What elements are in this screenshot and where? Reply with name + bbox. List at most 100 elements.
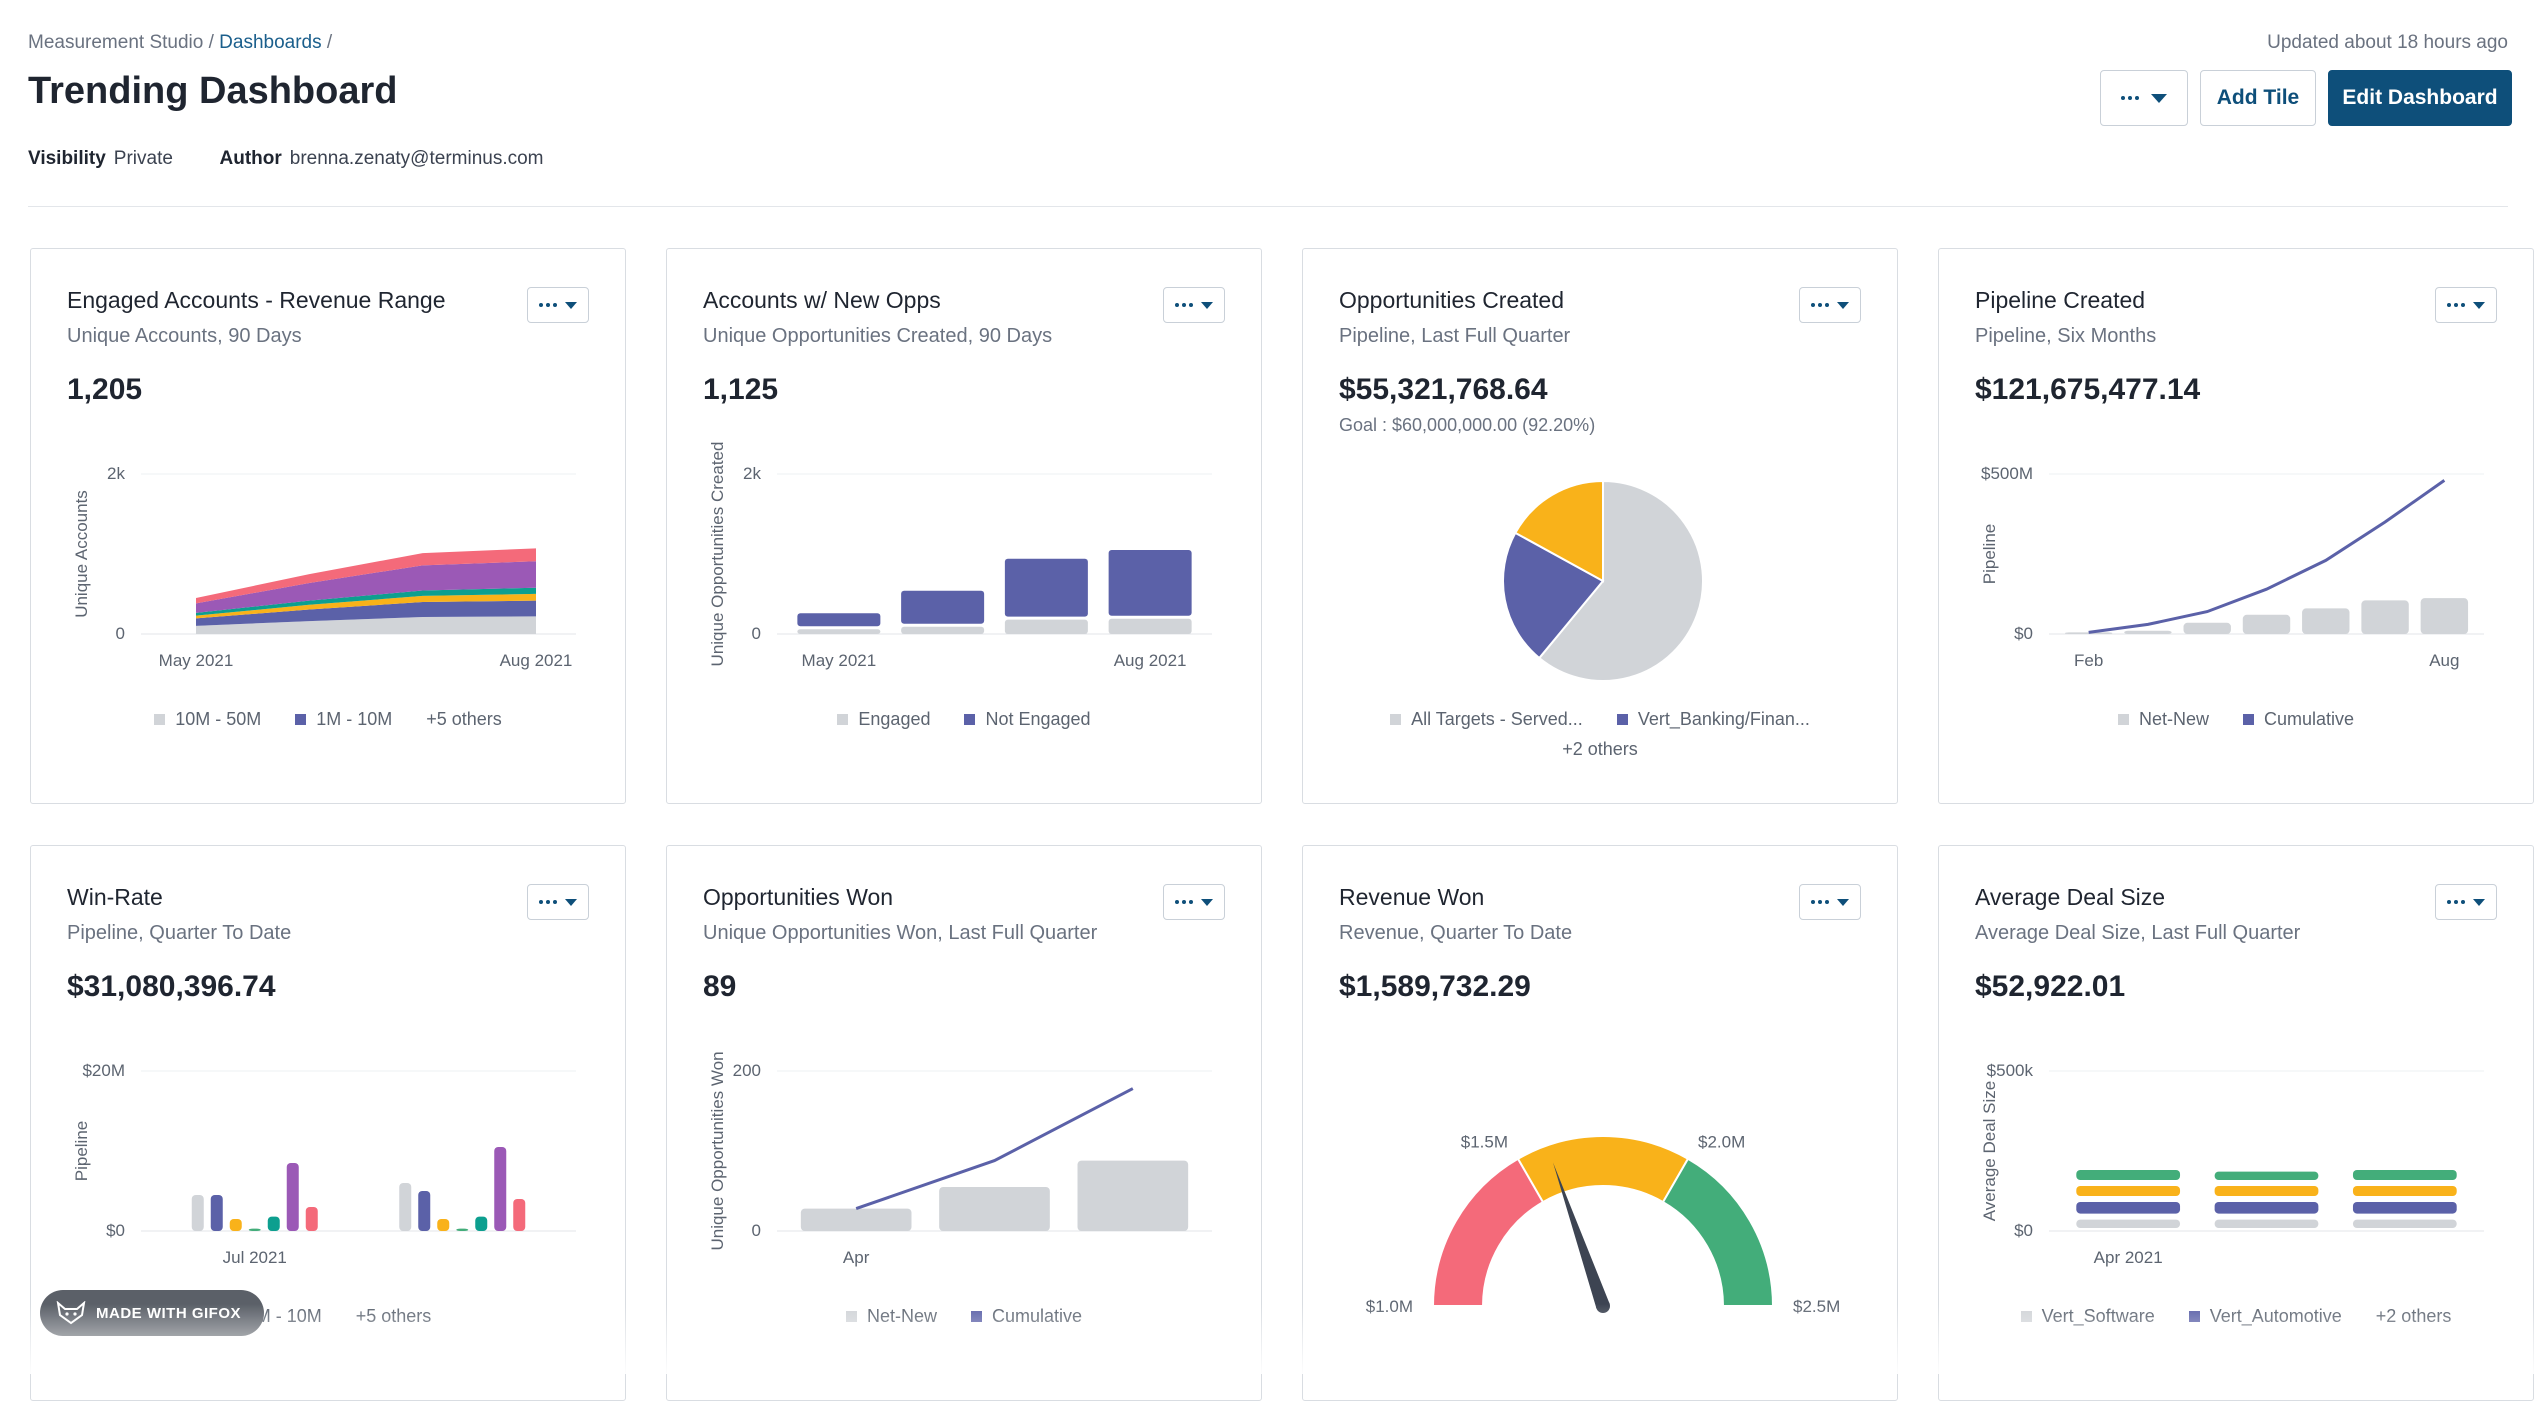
dashboard-meta: Visibility Private Author brenna.zenaty@te…: [28, 148, 544, 170]
breadcrumb-root[interactable]: Measurement Studio /: [28, 32, 214, 53]
gauge-label: $1.0M: [1366, 1297, 1413, 1316]
legend-more[interactable]: +2 others: [1303, 739, 1897, 760]
bar-4[interactable]: [2242, 614, 2291, 634]
legend-label: Cumulative: [991, 1306, 1083, 1326]
legend-item[interactable]: Vert_Software: [2020, 1306, 2155, 1327]
legend-label: 1M - 10M: [316, 709, 393, 729]
chevron-down-icon: [2151, 93, 2167, 103]
legend-swatch: [2117, 714, 2129, 725]
bar-1-4[interactable]: [248, 1228, 261, 1231]
legend-label: Net-New: [866, 1306, 937, 1326]
bar-2-4[interactable]: [2214, 1171, 2319, 1180]
bar-2-3[interactable]: [2214, 1186, 2319, 1196]
bar-2-2[interactable]: [418, 1191, 431, 1231]
legend-item[interactable]: Cumulative: [2242, 709, 2354, 730]
legend-item[interactable]: Net-New: [2117, 709, 2209, 730]
legend-item[interactable]: +2 others: [2376, 1306, 2452, 1327]
bar-2-2[interactable]: [901, 590, 985, 624]
y-tick-label: 0: [752, 624, 761, 643]
tile-7[interactable]: Revenue Won Revenue, Quarter To Date $1,…: [1302, 845, 1898, 1401]
bar-1-1[interactable]: [2076, 1219, 2181, 1228]
bar-1-3[interactable]: [229, 1219, 242, 1231]
legend-label: Not Engaged: [985, 709, 1091, 729]
gauge-hub: [1596, 1299, 1610, 1313]
bar-2-1[interactable]: [399, 1183, 412, 1231]
legend-swatch: [2242, 714, 2254, 725]
more-actions-button[interactable]: [2100, 70, 2188, 126]
legend-item[interactable]: Vert_Banking/Finan...: [1616, 709, 1810, 730]
tile-2[interactable]: Accounts w/ New Opps Unique Opportunitie…: [666, 248, 1262, 804]
bar-3[interactable]: [1077, 1160, 1189, 1231]
bar-2-1[interactable]: [901, 626, 985, 634]
legend-item[interactable]: 10M - 50M: [154, 709, 261, 730]
bar-2-6[interactable]: [494, 1147, 507, 1231]
legend-swatch: [2020, 1311, 2032, 1322]
bar-3-1[interactable]: [2352, 1219, 2457, 1228]
bar-1-1[interactable]: [191, 1195, 204, 1231]
legend-item[interactable]: Not Engaged: [964, 709, 1091, 730]
legend-label: Vert_Software: [2041, 1306, 2155, 1326]
legend-item[interactable]: 1M - 10M: [295, 709, 392, 730]
bar-3-4[interactable]: [2352, 1170, 2457, 1180]
bar-1-1[interactable]: [797, 629, 881, 634]
bar-4-2[interactable]: [1108, 550, 1192, 616]
bar-6[interactable]: [2361, 600, 2409, 634]
legend-item[interactable]: Engaged: [837, 709, 930, 730]
header-divider: [28, 206, 2508, 207]
legend-swatch: [295, 714, 307, 725]
legend-item[interactable]: Cumulative: [970, 1306, 1083, 1327]
watermark-text: MADE WITH GIFOX: [96, 1304, 241, 1322]
bar-3-2[interactable]: [1004, 558, 1088, 617]
bar-1-6[interactable]: [286, 1163, 299, 1231]
bar-3[interactable]: [2183, 622, 2231, 634]
bar-2-5[interactable]: [475, 1216, 488, 1231]
bar-1-7[interactable]: [305, 1207, 318, 1231]
tile-8[interactable]: Average Deal Size Average Deal Size, Las…: [1938, 845, 2534, 1401]
legend-swatch: [845, 1311, 857, 1322]
legend-swatch: [1390, 714, 1402, 725]
bar-2[interactable]: [939, 1187, 1050, 1231]
bar-4-1[interactable]: [1108, 618, 1192, 634]
bar-1-2[interactable]: [2076, 1202, 2181, 1214]
bar-2-2[interactable]: [2214, 1202, 2319, 1214]
bar-1-5[interactable]: [267, 1216, 280, 1231]
legend-item[interactable]: Net-New: [845, 1306, 937, 1327]
y-axis-label: Unique Opportunities Created: [708, 442, 727, 667]
bar-1[interactable]: [800, 1208, 912, 1231]
bar-2-1[interactable]: [2214, 1219, 2319, 1228]
breadcrumb: Measurement Studio / Dashboards /: [28, 32, 332, 54]
x-tick-label: Aug 2021: [500, 651, 573, 670]
tile-4[interactable]: Pipeline Created Pipeline, Six Months $1…: [1938, 248, 2534, 804]
tile-1[interactable]: Engaged Accounts - Revenue Range Unique …: [30, 248, 626, 804]
bar-2-4[interactable]: [456, 1228, 469, 1231]
bar-2-7[interactable]: [513, 1199, 526, 1231]
y-tick-label: 200: [733, 1061, 761, 1080]
bar-3-1[interactable]: [1004, 619, 1088, 634]
tile-3[interactable]: Opportunities Created Pipeline, Last Ful…: [1302, 248, 1898, 804]
bar-1[interactable]: [2064, 632, 2113, 634]
bar-2-3[interactable]: [437, 1219, 450, 1231]
legend-swatch: [154, 714, 166, 725]
bar-5[interactable]: [2302, 608, 2350, 634]
legend-item[interactable]: Vert_Automotive: [2188, 1306, 2342, 1327]
legend-item[interactable]: +5 others: [356, 1306, 432, 1327]
bar-3-3[interactable]: [2352, 1186, 2457, 1196]
bar-1-3[interactable]: [2076, 1186, 2181, 1196]
add-tile-button[interactable]: Add Tile: [2200, 70, 2316, 126]
bar-2[interactable]: [2124, 630, 2172, 634]
y-tick-label: 0: [116, 624, 125, 643]
bar-1-2[interactable]: [210, 1195, 223, 1231]
bar-1-4[interactable]: [2076, 1170, 2181, 1180]
author-value: brenna.zenaty@terminus.com: [289, 148, 544, 169]
legend-swatch: [837, 714, 849, 725]
bar-7[interactable]: [2420, 598, 2469, 634]
chart-legend: 10M - 50M 1M - 10M +5 others: [31, 709, 625, 730]
bar-1-2[interactable]: [797, 613, 881, 627]
legend-item[interactable]: All Targets - Served...: [1390, 709, 1583, 730]
tile-6[interactable]: Opportunities Won Unique Opportunities W…: [666, 845, 1262, 1401]
edit-dashboard-button[interactable]: Edit Dashboard: [2328, 70, 2512, 126]
gauge-band-3: [1661, 1157, 1775, 1307]
legend-item[interactable]: +5 others: [426, 709, 502, 730]
bar-3-2[interactable]: [2352, 1202, 2457, 1214]
breadcrumb-dashboards[interactable]: Dashboards: [219, 32, 321, 53]
